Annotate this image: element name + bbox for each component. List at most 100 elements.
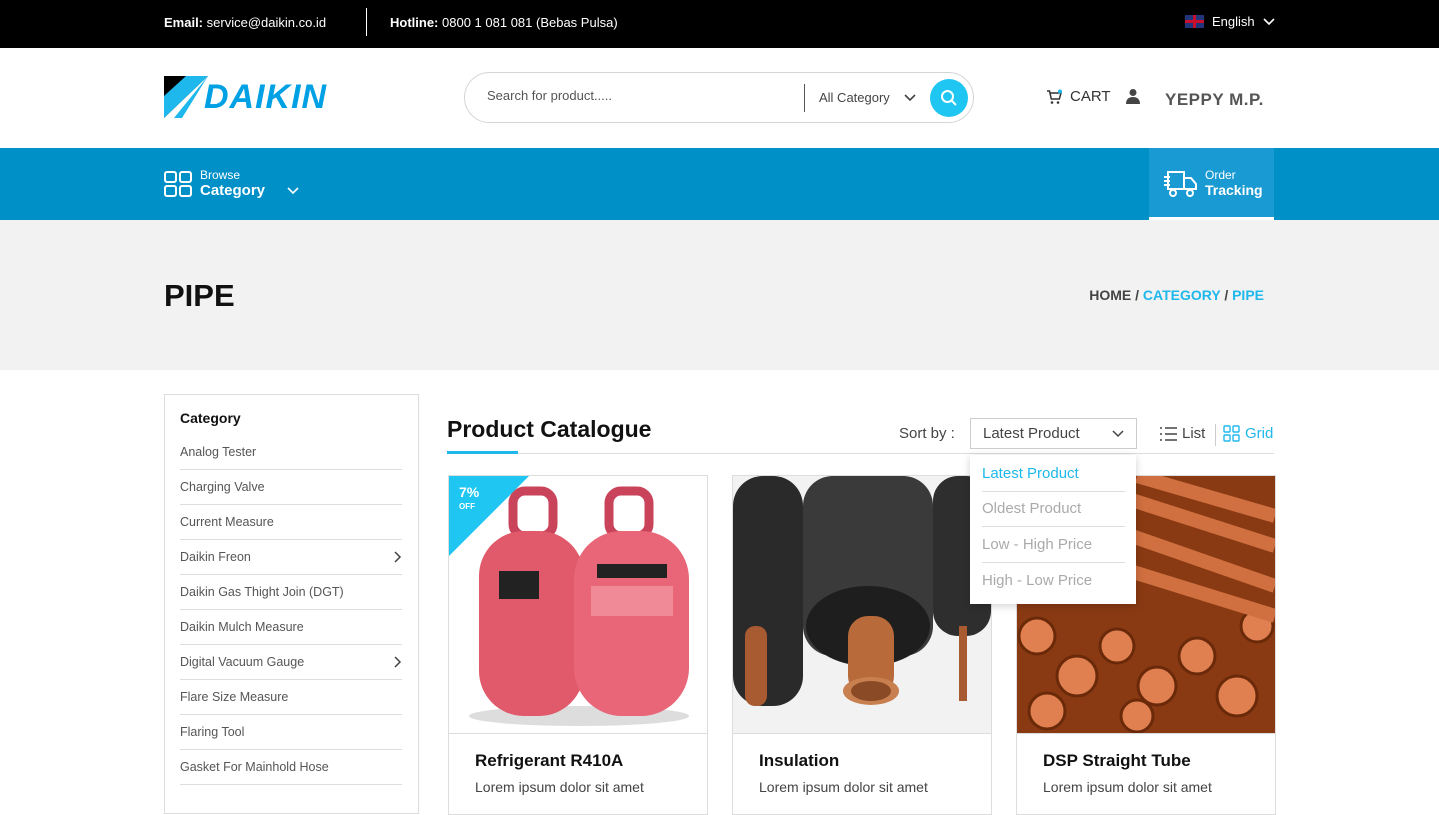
grid-icon xyxy=(164,170,192,197)
hotline-value: 0800 1 081 081 (Bebas Pulsa) xyxy=(442,15,618,30)
top-bar: Email: service@daikin.co.id Hotline: 080… xyxy=(0,0,1439,48)
sidebar-category-item[interactable]: Flare Size Measure xyxy=(180,680,402,715)
page-title: PIPE xyxy=(164,278,235,313)
sidebar-category-item[interactable]: Analog Tester xyxy=(180,435,402,470)
category-sidebar: Category Analog Tester Charging Valve Curr… xyxy=(164,394,419,814)
breadcrumb-separator: / xyxy=(1135,287,1139,303)
email-value[interactable]: service@daikin.co.id xyxy=(207,15,326,30)
product-card[interactable]: Insulation Lorem ipsum dolor sit amet xyxy=(732,475,992,815)
product-name[interactable]: DSP Straight Tube xyxy=(1043,751,1191,771)
dropdown-divider xyxy=(982,562,1125,563)
sidebar-category-label: Analog Tester xyxy=(180,445,257,459)
view-list-label: List xyxy=(1182,425,1206,442)
sidebar-category-item[interactable]: Flaring Tool xyxy=(180,715,402,750)
contact-email[interactable]: Email: service@daikin.co.id xyxy=(164,15,326,30)
truck-icon xyxy=(1164,171,1197,197)
browse-label-big: Category xyxy=(200,182,266,199)
sidebar-category-label: Charging Valve xyxy=(180,480,265,494)
sort-option-latest[interactable]: Latest Product xyxy=(982,465,1125,482)
chevron-right-icon[interactable] xyxy=(394,551,402,563)
main-nav: Browse Category Order Tracking xyxy=(0,148,1439,220)
logo-text: DAIKIN xyxy=(204,78,328,116)
sidebar-category-label: Flaring Tool xyxy=(180,725,245,739)
discount-off: OFF xyxy=(459,502,475,511)
sidebar-category-item[interactable]: Daikin Freon xyxy=(180,540,402,575)
sidebar-category-item[interactable]: Current Measure xyxy=(180,505,402,540)
breadcrumb-current: PIPE xyxy=(1232,287,1264,303)
search-divider xyxy=(804,84,805,112)
cart-label: CART xyxy=(1070,88,1111,105)
sidebar-category-label: Daikin Gas Thight Join (DGT) xyxy=(180,585,344,599)
sidebar-category-item[interactable]: Gasket For Mainhold Hose xyxy=(180,750,402,785)
order-tracking-button[interactable]: Order Tracking xyxy=(1149,148,1274,220)
hotline-label: Hotline: xyxy=(390,15,439,30)
chevron-right-icon[interactable] xyxy=(394,656,402,668)
contact-hotline: Hotline: 0800 1 081 081 (Bebas Pulsa) xyxy=(390,15,618,30)
sidebar-category-item[interactable]: Digital Vacuum Gauge xyxy=(180,645,402,680)
view-grid-button[interactable]: Grid xyxy=(1223,425,1273,442)
sort-option-low-high[interactable]: Low - High Price xyxy=(982,536,1125,553)
cart-button[interactable]: CART xyxy=(1046,88,1111,105)
sidebar-category-item[interactable]: Daikin Gas Thight Join (DGT) xyxy=(180,575,402,610)
sort-selected: Latest Product xyxy=(983,425,1080,442)
product-image-insulation[interactable] xyxy=(733,476,991,734)
list-icon xyxy=(1160,426,1177,441)
user-icon[interactable] xyxy=(1126,88,1140,104)
view-divider xyxy=(1215,424,1216,446)
breadcrumb-separator: / xyxy=(1224,287,1229,303)
discount-percent: 7% xyxy=(459,484,480,500)
grid-icon xyxy=(1223,425,1240,442)
tracking-label-small: Order xyxy=(1205,168,1236,182)
sort-label: Sort by : xyxy=(899,425,955,442)
sidebar-category-label: Digital Vacuum Gauge xyxy=(180,655,305,669)
email-label: Email: xyxy=(164,15,204,30)
breadcrumb-home[interactable]: HOME xyxy=(1089,287,1131,303)
search-input[interactable] xyxy=(487,88,787,103)
sidebar-category-item[interactable]: Charging Valve xyxy=(180,470,402,505)
product-image-refrigerant[interactable]: 7% OFF xyxy=(449,476,707,734)
search-icon xyxy=(941,90,957,106)
catalogue-underline xyxy=(447,451,518,454)
chevron-down-icon xyxy=(904,93,916,101)
product-name[interactable]: Insulation xyxy=(759,751,839,771)
browse-category-button[interactable]: Browse Category xyxy=(164,168,299,199)
dropdown-divider xyxy=(982,526,1125,527)
cart-icon xyxy=(1047,89,1062,104)
sidebar-category-label: Current Measure xyxy=(180,515,274,529)
view-grid-label: Grid xyxy=(1245,425,1274,442)
sidebar-category-item[interactable]: Daikin Mulch Measure xyxy=(180,610,402,645)
user-name[interactable]: YEPPY M.P. xyxy=(1165,90,1264,110)
site-header: DAIKIN All Category CART YEPPY M.P. xyxy=(0,48,1439,148)
product-name[interactable]: Refrigerant R410A xyxy=(475,751,623,771)
page-hero: PIPE HOME / CATEGORY / PIPE xyxy=(0,220,1439,370)
language-label: English xyxy=(1212,14,1255,29)
breadcrumb-category[interactable]: CATEGORY xyxy=(1143,287,1221,303)
sort-select[interactable]: Latest Product xyxy=(970,418,1137,449)
topbar-divider xyxy=(366,8,367,36)
sidebar-category-label: Flare Size Measure xyxy=(180,690,289,704)
search-button[interactable] xyxy=(930,79,968,117)
category-select[interactable]: All Category xyxy=(819,90,916,105)
category-list: Analog Tester Charging Valve Current Measu… xyxy=(180,435,402,785)
sort-dropdown: Latest Product Oldest Product Low - High… xyxy=(970,455,1136,604)
view-list-button[interactable]: List xyxy=(1160,425,1205,442)
catalogue-title: Product Catalogue xyxy=(447,416,652,442)
sidebar-category-label: Gasket For Mainhold Hose xyxy=(180,760,329,774)
dropdown-divider xyxy=(982,491,1125,492)
product-description: Lorem ipsum dolor sit amet xyxy=(1043,779,1212,795)
catalogue-divider xyxy=(447,453,1274,454)
language-selector[interactable]: English xyxy=(1185,14,1275,29)
product-card[interactable]: 7% OFF Refrigerant R410A Lorem ipsum dol… xyxy=(448,475,708,815)
breadcrumb: HOME / CATEGORY / PIPE xyxy=(1089,287,1264,303)
category-select-label: All Category xyxy=(819,90,890,105)
chevron-down-icon xyxy=(1263,17,1275,25)
tracking-label-big: Tracking xyxy=(1205,182,1263,198)
sort-option-oldest[interactable]: Oldest Product xyxy=(982,500,1125,517)
sidebar-category-label: Daikin Mulch Measure xyxy=(180,620,304,634)
sort-option-high-low[interactable]: High - Low Price xyxy=(982,572,1125,589)
chevron-down-icon xyxy=(1112,429,1124,437)
product-description: Lorem ipsum dolor sit amet xyxy=(759,779,928,795)
chevron-down-icon xyxy=(287,186,299,194)
browse-label-small: Browse xyxy=(200,168,241,182)
search-bar: All Category xyxy=(464,72,974,123)
